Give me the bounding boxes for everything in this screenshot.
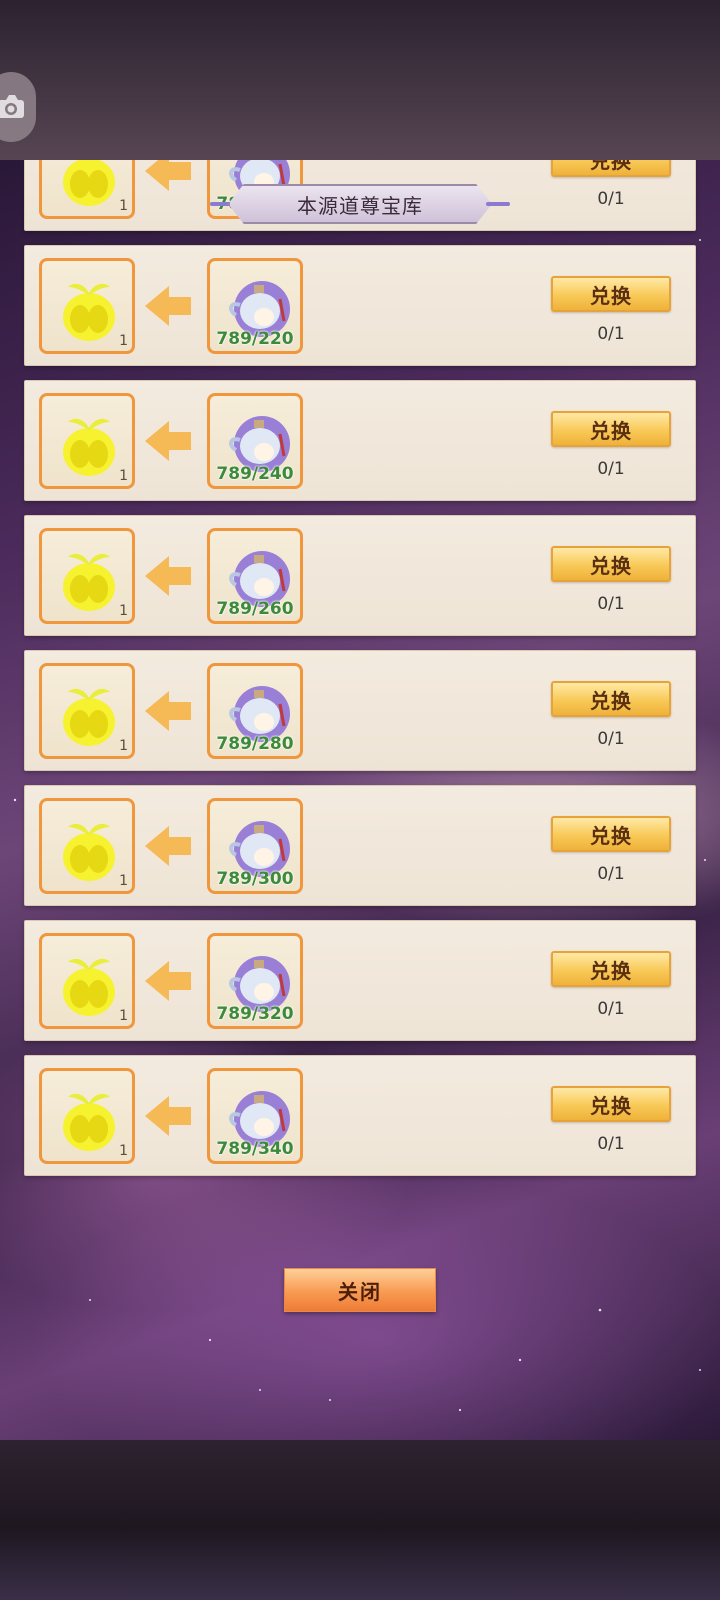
reward-quantity: 1	[119, 1143, 128, 1159]
golden-fruit-icon	[63, 823, 115, 881]
reward-quantity: 1	[119, 873, 128, 889]
exchange-limit: 0/1	[597, 324, 625, 344]
reward-quantity: 1	[119, 738, 128, 754]
reward-quantity: 1	[119, 468, 128, 484]
top-background	[0, 0, 720, 160]
camera-icon	[0, 95, 24, 118]
reward-quantity: 1	[119, 333, 128, 349]
cost-item-slot[interactable]: 789/340	[207, 1068, 303, 1164]
close-button[interactable]: 关闭	[284, 1268, 436, 1312]
cost-amount: 789/260	[216, 599, 294, 619]
exchange-row: 1 789/320 兑换 0/1	[24, 920, 696, 1041]
exchange-limit: 0/1	[597, 594, 625, 614]
exchange-limit: 0/1	[597, 864, 625, 884]
arrow-left-icon	[145, 691, 191, 731]
exchange-limit: 0/1	[597, 1134, 625, 1154]
exchange-limit: 0/1	[597, 459, 625, 479]
reward-item-slot[interactable]: 1	[39, 160, 135, 219]
reward-item-slot[interactable]: 1	[39, 393, 135, 489]
arrow-left-icon	[145, 421, 191, 461]
golden-fruit-icon	[63, 553, 115, 611]
exchange-row: 1 789/340 兑换 0/1	[24, 1055, 696, 1176]
title-rod-right	[486, 202, 510, 206]
cost-amount: 789/240	[216, 464, 294, 484]
reward-quantity: 1	[119, 198, 128, 214]
golden-fruit-icon	[63, 958, 115, 1016]
window-title: 本源道尊宝库	[228, 184, 492, 224]
exchange-button[interactable]: 兑换	[551, 546, 671, 582]
cost-amount: 789/340	[216, 1139, 294, 1159]
reward-item-slot[interactable]: 1	[39, 1068, 135, 1164]
arrow-left-icon	[145, 826, 191, 866]
cost-amount: 789/300	[216, 869, 294, 889]
exchange-row: 1 789/240 兑换 0/1	[24, 380, 696, 501]
exchange-row: 1 789/260 兑换 0/1	[24, 515, 696, 636]
exchange-button[interactable]: 兑换	[551, 276, 671, 312]
exchange-button[interactable]: 兑换	[551, 816, 671, 852]
arrow-left-icon	[145, 160, 191, 191]
reward-item-slot[interactable]: 1	[39, 663, 135, 759]
arrow-left-icon	[145, 286, 191, 326]
exchange-button[interactable]: 兑换	[551, 1086, 671, 1122]
cost-amount: 789/220	[216, 329, 294, 349]
arrow-left-icon	[145, 961, 191, 1001]
cost-amount: 789/320	[216, 1004, 294, 1024]
reward-quantity: 1	[119, 1008, 128, 1024]
floating-camera-button[interactable]	[0, 72, 36, 142]
cost-item-slot[interactable]: 789/220	[207, 258, 303, 354]
cost-item-slot[interactable]: 789/280	[207, 663, 303, 759]
golden-fruit-icon	[63, 283, 115, 341]
cost-item-slot[interactable]: 789/300	[207, 798, 303, 894]
reward-item-slot[interactable]: 1	[39, 258, 135, 354]
bottom-background	[0, 1440, 720, 1600]
reward-quantity: 1	[119, 603, 128, 619]
golden-fruit-icon	[63, 160, 115, 206]
cost-amount: 789/280	[216, 734, 294, 754]
cost-item-slot[interactable]: 789/240	[207, 393, 303, 489]
treasury-panel: 1 789/200 兑换 0/1	[0, 160, 720, 1440]
exchange-row: 1 789/280 兑换 0/1	[24, 650, 696, 771]
exchange-row: 1 789/300 兑换 0/1	[24, 785, 696, 906]
exchange-limit: 0/1	[597, 189, 625, 209]
cost-item-slot[interactable]: 789/260	[207, 528, 303, 624]
exchange-button[interactable]: 兑换	[551, 681, 671, 717]
reward-item-slot[interactable]: 1	[39, 933, 135, 1029]
exchange-limit: 0/1	[597, 729, 625, 749]
exchange-row: 1 789/220 兑换 0/1	[24, 245, 696, 366]
exchange-button[interactable]: 兑换	[551, 411, 671, 447]
exchange-button[interactable]: 兑换	[551, 160, 671, 177]
arrow-left-icon	[145, 556, 191, 596]
golden-fruit-icon	[63, 418, 115, 476]
cost-item-slot[interactable]: 789/320	[207, 933, 303, 1029]
reward-item-slot[interactable]: 1	[39, 528, 135, 624]
reward-item-slot[interactable]: 1	[39, 798, 135, 894]
exchange-button[interactable]: 兑换	[551, 951, 671, 987]
exchange-list[interactable]: 1 789/200 兑换 0/1	[24, 160, 696, 1190]
golden-fruit-icon	[63, 688, 115, 746]
golden-fruit-icon	[63, 1093, 115, 1151]
title-banner: 本源道尊宝库	[210, 184, 510, 224]
arrow-left-icon	[145, 1096, 191, 1136]
exchange-limit: 0/1	[597, 999, 625, 1019]
